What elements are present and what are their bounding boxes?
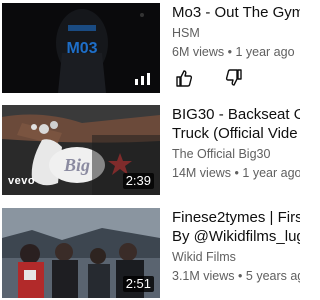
channel-name-1[interactable]: HSM: [172, 25, 300, 41]
video-title-2-line-2[interactable]: Truck (Official Vide: [172, 124, 300, 143]
video-feed: M03 Mo3 - Out The Gym HSM 6M views • 1 y…: [0, 0, 300, 300]
video-thumbnail-1[interactable]: M03: [2, 3, 160, 93]
video-item-3[interactable]: 2:51 Finese2tymes | Firs By @Wikidfilms_…: [0, 208, 300, 300]
meta-separator-2: •: [234, 166, 239, 180]
upload-age-3: 5 years ag: [245, 269, 300, 283]
video-duration-3: 2:51: [122, 276, 154, 292]
svg-text:M03: M03: [66, 40, 97, 57]
video-item-2[interactable]: Big vevo 2:39 BIG30 - Backseat O Truck (…: [0, 105, 300, 197]
video-duration-2: 2:39: [122, 173, 154, 189]
video-title-3-line-1[interactable]: Finese2tymes | Firs: [172, 208, 300, 227]
thumb-down-icon[interactable]: [224, 68, 244, 88]
view-count-2: 14M views: [172, 166, 232, 180]
view-count-3: 3.1M views: [172, 269, 235, 283]
video-thumbnail-3[interactable]: 2:51: [2, 208, 160, 298]
meta-separator-1: •: [227, 45, 232, 59]
meta-separator-3: •: [238, 269, 243, 283]
video-meta-3: 3.1M views • 5 years ag: [172, 268, 300, 284]
upload-age-1: 1 year ago: [235, 45, 295, 59]
upload-age-2: 1 year ago: [242, 166, 300, 180]
live-bars-icon: [135, 73, 150, 85]
svg-text:Big: Big: [63, 155, 90, 175]
video-meta-2: 14M views • 1 year ago: [172, 165, 300, 181]
view-count-1: 6M views: [172, 45, 225, 59]
video-title-3-line-2[interactable]: By @Wikidfilms_lug: [172, 227, 300, 246]
channel-name-2[interactable]: The Official Big30: [172, 146, 300, 162]
video-title-2-line-1[interactable]: BIG30 - Backseat O: [172, 105, 300, 124]
video-thumbnail-2[interactable]: Big vevo 2:39: [2, 105, 160, 195]
video-title-1[interactable]: Mo3 - Out The Gym: [172, 3, 300, 22]
channel-name-3[interactable]: Wikid Films: [172, 249, 300, 265]
thumb-up-icon[interactable]: [174, 68, 194, 88]
video-meta-1: 6M views • 1 year ago: [172, 44, 300, 60]
vevo-logo: vevo: [8, 175, 36, 187]
video-item-1[interactable]: M03 Mo3 - Out The Gym HSM 6M views • 1 y…: [0, 3, 300, 95]
